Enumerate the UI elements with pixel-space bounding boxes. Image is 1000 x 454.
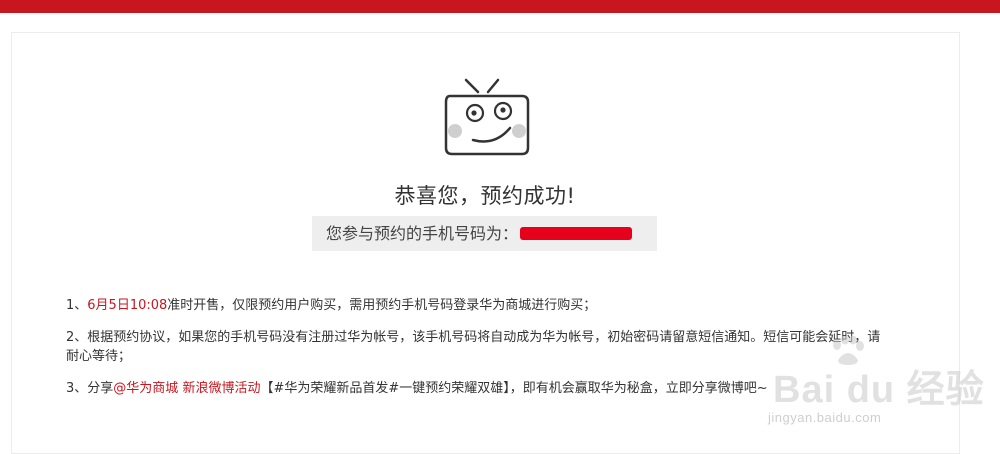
notes-list: 1、6月5日10:08准时开售，仅限预约用户购买，需用预约手机号码登录华为商城进…: [66, 296, 916, 411]
phone-label: 您参与预约的手机号码为：: [326, 224, 519, 243]
cheek-left: [448, 124, 462, 138]
success-title: 恭喜您，预约成功!: [394, 184, 576, 208]
note-1-text: 准时开售，仅限预约用户购买，需用预约手机号码登录华为商城进行购买；: [167, 298, 597, 313]
antenna-right: [486, 78, 500, 94]
note-3-text: 【#华为荣耀新品首发#一键预约荣耀双雄】，即有机会赢取华为秘盒，立即分享微博吧~: [260, 381, 768, 396]
note-2-line-2: 耐心等待；: [66, 349, 132, 364]
note-3-prefix: 3、分享: [66, 381, 114, 396]
cheek-right: [512, 124, 526, 138]
huawei-mall-link[interactable]: @华为商城: [113, 381, 178, 396]
phone-box: 您参与预约的手机号码为：: [312, 216, 657, 251]
note-3: 3、分享@华为商城 新浪微博活动【#华为荣耀新品首发#一键预约荣耀双雄】，即有机…: [66, 379, 916, 398]
sale-time: 6月5日10:08: [87, 298, 168, 313]
weibo-activity-link[interactable]: 新浪微博活动: [182, 381, 260, 396]
mascot-tv-icon: [444, 78, 530, 156]
note-1-prefix: 1、: [66, 298, 88, 313]
note-2: 2、根据预约协议，如果您的手机号码没有注册过华为帐号，该手机号码将自动成为华为帐…: [66, 328, 916, 366]
note-2-line-1: 2、根据预约协议，如果您的手机号码没有注册过华为帐号，该手机号码将自动成为华为帐…: [66, 330, 881, 345]
phone-number-redacted: [520, 227, 633, 240]
top-red-bar: [0, 0, 1000, 13]
note-1: 1、6月5日10:08准时开售，仅限预约用户购买，需用预约手机号码登录华为商城进…: [66, 296, 916, 315]
antenna-left: [464, 78, 480, 94]
